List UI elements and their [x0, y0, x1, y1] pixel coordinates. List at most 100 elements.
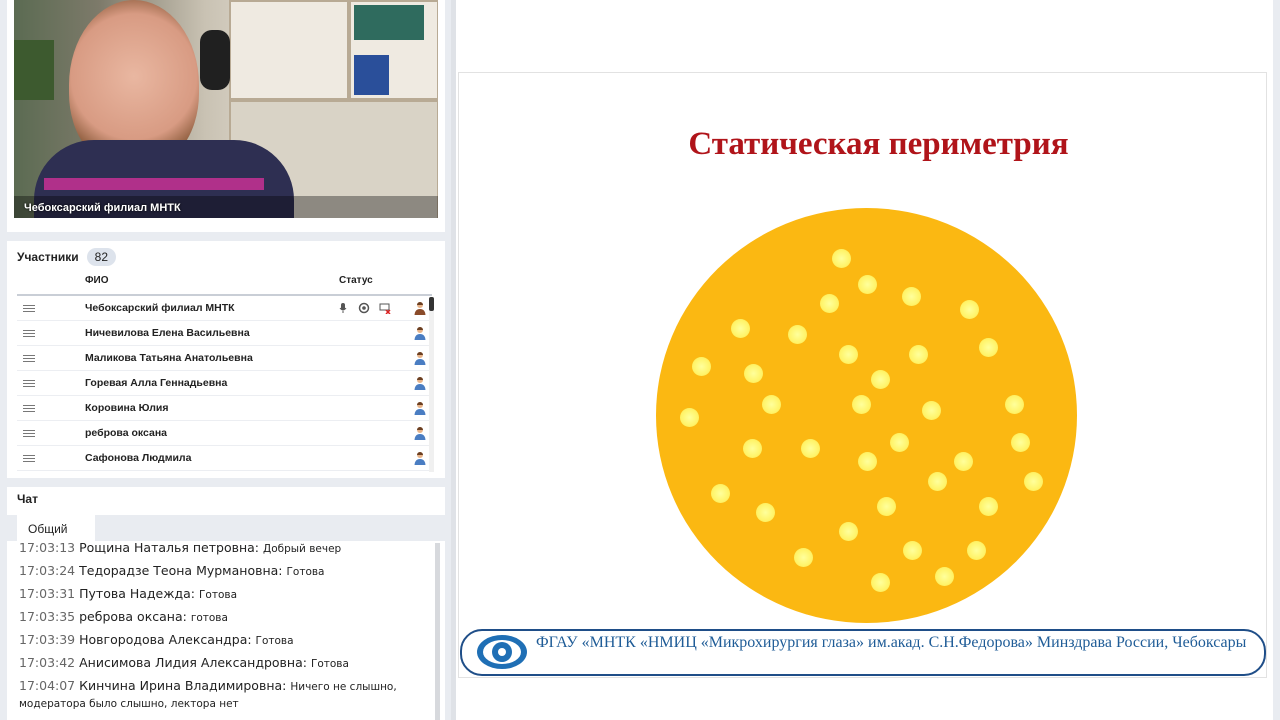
participants-scrollbar[interactable]: [429, 297, 434, 472]
stimulus-dot: [744, 364, 763, 383]
webcam-icon[interactable]: [358, 302, 370, 314]
drag-handle-icon[interactable]: [23, 379, 35, 387]
chat-message: 17:03:31 Путова Надежда: Готова: [19, 583, 429, 606]
chat-panel: Чат Общий 17:03:13 Рощина Наталья петров…: [7, 487, 445, 720]
stimulus-dot: [960, 300, 979, 319]
headset: [200, 30, 230, 90]
chat-scrollbar[interactable]: [435, 543, 440, 720]
stimulus-dot: [852, 395, 871, 414]
participant-row[interactable]: Маликова Татьяна Анатольевна: [17, 346, 432, 371]
stimulus-dot: [967, 541, 986, 560]
message-time: 17:04:07: [19, 678, 76, 693]
chat-message: 17:03:39 Новгородова Александра: Готова: [19, 629, 429, 652]
message-text: Добрый вечер: [263, 543, 342, 555]
participants-header: Участники 82: [17, 247, 117, 267]
participants-title: Участники: [17, 250, 79, 264]
slide-footer: ФГАУ «МНТК «НМИЦ «Микрохирургия глаза» и…: [460, 629, 1266, 676]
drag-handle-icon[interactable]: [23, 304, 35, 312]
video-label: Чебоксарский филиал МНТК: [24, 202, 181, 214]
stimulus-dot: [903, 541, 922, 560]
stimulus-dot: [756, 503, 775, 522]
drag-handle-icon[interactable]: [23, 429, 35, 437]
stimulus-dot: [890, 433, 909, 452]
participant-name: реброва оксана: [85, 427, 168, 439]
drag-handle-icon[interactable]: [23, 354, 35, 362]
message-time: 17:03:35: [19, 609, 76, 624]
participant-name: Чебоксарский филиал МНТК: [85, 302, 235, 314]
stimulus-dot: [832, 249, 851, 268]
participants-count-badge: 82: [86, 248, 117, 266]
footer-organization-text: ФГАУ «МНТК «НМИЦ «Микрохирургия глаза» и…: [536, 634, 1247, 651]
message-text: Готова: [255, 635, 294, 647]
chat-message-list: 17:03:13 Рощина Наталья петровна: Добрый…: [19, 537, 429, 720]
stimulus-dot: [680, 408, 699, 427]
webcam-video[interactable]: Чебоксарский филиал МНТК: [14, 0, 438, 218]
column-header-status[interactable]: Статус: [339, 275, 373, 293]
books: [354, 5, 424, 40]
drag-handle-icon[interactable]: [23, 454, 35, 462]
stimulus-dot: [839, 345, 858, 364]
message-text: Готова: [310, 658, 349, 670]
stimulus-dot: [928, 472, 947, 491]
message-time: 17:03:31: [19, 586, 76, 601]
message-time: 17:03:24: [19, 563, 76, 578]
plant: [14, 40, 54, 100]
screen-share-off-icon[interactable]: [379, 302, 391, 314]
participant-name: Сафонова Людмила: [85, 452, 192, 464]
user-avatar-icon: [414, 427, 426, 440]
slide-title: Статическая периметрия: [688, 126, 1069, 162]
stimulus-dot: [871, 370, 890, 389]
stimulus-dot: [731, 319, 750, 338]
participant-row[interactable]: Ничевилова Елена Васильевна: [17, 321, 432, 346]
user-avatar-icon: [414, 377, 426, 390]
chat-message: 17:03:42 Анисимова Лидия Александровна: …: [19, 652, 429, 675]
message-time: 17:03:13: [19, 540, 76, 555]
stimulus-dot: [979, 338, 998, 357]
message-author: Тедорадзе Теона Мурмановна:: [79, 563, 283, 578]
stimulus-dot: [935, 567, 954, 586]
stimulus-dot: [1005, 395, 1024, 414]
participant-name: Коровина Юлия: [85, 402, 169, 414]
stimulus-dot: [858, 275, 877, 294]
message-time: 17:03:42: [19, 655, 76, 670]
participant-row[interactable]: реброва оксана: [17, 421, 432, 446]
participant-row[interactable]: Коровина Юлия: [17, 396, 432, 421]
microphone-icon[interactable]: [337, 302, 349, 314]
column-header-name[interactable]: ФИО: [85, 275, 109, 293]
participant-row[interactable]: Чебоксарский филиал МНТК: [17, 296, 432, 321]
user-avatar-icon: [414, 302, 426, 315]
eye-logo-icon: [477, 635, 527, 669]
stimulus-dot: [1011, 433, 1030, 452]
message-author: Рощина Наталья петровна:: [79, 540, 260, 555]
drag-handle-icon[interactable]: [23, 404, 35, 412]
message-author: Анисимова Лидия Александровна:: [79, 655, 307, 670]
stimulus-dot: [788, 325, 807, 344]
stimulus-dot: [762, 395, 781, 414]
participants-scroll-thumb[interactable]: [429, 297, 434, 311]
stimulus-dot: [801, 439, 820, 458]
user-avatar-icon: [414, 327, 426, 340]
participant-row[interactable]: Сафонова Людмила: [17, 446, 432, 471]
user-avatar-icon: [414, 402, 426, 415]
stimulus-dot: [711, 484, 730, 503]
participant-name: Маликова Татьяна Анатольевна: [85, 352, 253, 364]
message-author: реброва оксана:: [79, 609, 187, 624]
video-panel: Чебоксарский филиал МНТК: [7, 0, 445, 232]
message-author: Кинчина Ирина Владимировна:: [79, 678, 287, 693]
chat-message: 17:03:24 Тедорадзе Теона Мурмановна: Гот…: [19, 560, 429, 583]
stimulus-dot: [954, 452, 973, 471]
stimulus-dot: [858, 452, 877, 471]
drag-handle-icon[interactable]: [23, 329, 35, 337]
stimulus-dot: [839, 522, 858, 541]
chat-message: 17:04:07 Кинчина Ирина Владимировна: Нич…: [19, 675, 429, 715]
stimulus-dot: [1024, 472, 1043, 491]
stimulus-dot: [979, 497, 998, 516]
participant-row[interactable]: Горевая Алла Геннадьевна: [17, 371, 432, 396]
stimulus-dot: [871, 573, 890, 592]
right-gutter: [1273, 0, 1280, 720]
presentation-slide: Статическая периметрия ФГАУ «МНТК «НМИЦ …: [458, 72, 1267, 678]
bookshelf: [229, 0, 349, 100]
shirt-stripe: [44, 178, 264, 190]
stimulus-dot: [909, 345, 928, 364]
message-text: Готова: [199, 589, 238, 601]
